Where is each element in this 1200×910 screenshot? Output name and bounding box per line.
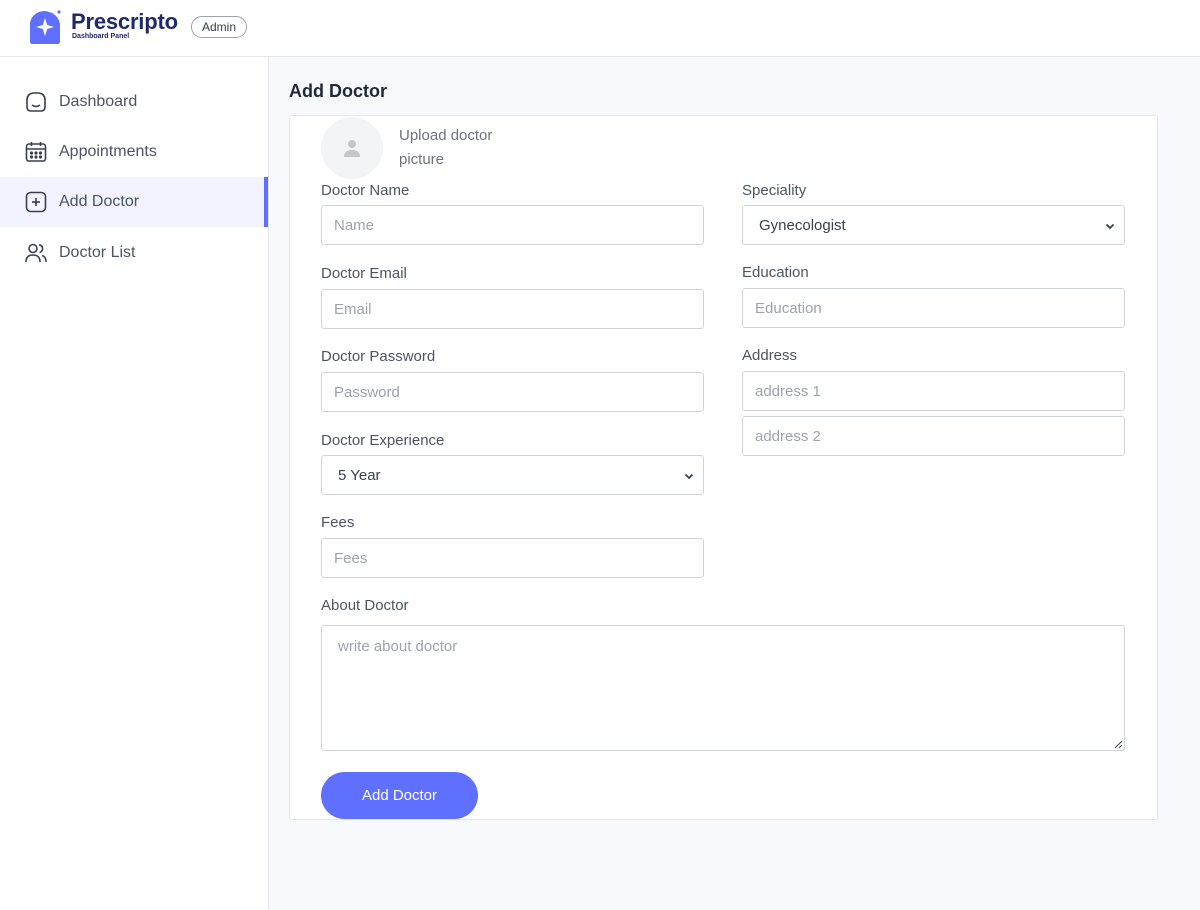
resize-handle-icon[interactable] (1113, 739, 1123, 749)
sidebar-item-label: Dashboard (59, 93, 138, 110)
speciality-selected-value: Gynecologist (759, 216, 846, 234)
speciality-label: Speciality (742, 182, 807, 199)
sidebar-item-dashboard[interactable]: Dashboard (0, 77, 268, 127)
education-input[interactable] (742, 288, 1125, 328)
speciality-select[interactable]: Gynecologist (742, 205, 1125, 245)
sidebar-item-appointments[interactable]: Appointments (0, 127, 268, 177)
fees-input[interactable] (321, 538, 704, 578)
doctor-email-label: Doctor Email (321, 265, 407, 282)
doctor-password-input[interactable] (321, 372, 704, 412)
doctor-experience-label: Doctor Experience (321, 432, 445, 449)
about-doctor-textarea[interactable] (321, 625, 1125, 751)
chevron-down-icon (1105, 223, 1115, 230)
education-label: Education (742, 264, 809, 281)
doctor-experience-select[interactable]: 5 Year (321, 455, 704, 495)
role-badge: Admin (191, 16, 248, 38)
address-line2-input[interactable] (742, 416, 1125, 456)
doctor-email-input[interactable] (321, 289, 704, 329)
address-line1-input[interactable] (742, 371, 1125, 411)
app-subtitle: Dashboard Panel (72, 33, 130, 40)
avatar-placeholder (321, 117, 383, 179)
home-icon (23, 90, 48, 115)
chevron-down-icon (684, 473, 694, 480)
app-name: Prescripto (71, 9, 178, 34)
top-bar: Prescripto Dashboard Panel Admin (0, 0, 1200, 57)
sidebar-item-label: Add Doctor (59, 193, 140, 210)
page-title: Add Doctor (289, 81, 387, 101)
sidebar-item-label: Appointments (59, 143, 157, 160)
doctor-name-input[interactable] (321, 205, 704, 245)
sidebar-item-add-doctor[interactable]: Add Doctor (0, 177, 268, 227)
main-content: Add Doctor Upload doctor picture Doctor … (269, 57, 1200, 910)
experience-selected-value: 5 Year (338, 466, 381, 484)
calendar-icon (23, 140, 48, 165)
logo[interactable]: Prescripto Dashboard Panel (27, 9, 178, 45)
doctor-name-label: Doctor Name (321, 182, 410, 199)
add-doctor-submit-button[interactable]: Add Doctor (321, 772, 478, 819)
about-doctor-label: About Doctor (321, 597, 409, 614)
doctor-password-label: Doctor Password (321, 348, 436, 365)
upload-label: Upload doctor picture (399, 127, 493, 168)
fees-label: Fees (321, 514, 355, 531)
address-label: Address (742, 347, 798, 364)
user-icon (344, 140, 360, 157)
upload-picture-button[interactable]: Upload doctor picture (321, 117, 519, 179)
add-doctor-form: Upload doctor picture Doctor Name Doctor… (289, 115, 1158, 820)
sidebar: Dashboard Appointments Add Doctor Doctor… (0, 57, 269, 910)
add-square-icon (23, 190, 48, 215)
people-icon (23, 241, 48, 266)
sidebar-item-doctor-list[interactable]: Doctor List (0, 228, 268, 278)
sparkle-house-icon (30, 10, 61, 44)
sidebar-item-label: Doctor List (59, 244, 136, 261)
